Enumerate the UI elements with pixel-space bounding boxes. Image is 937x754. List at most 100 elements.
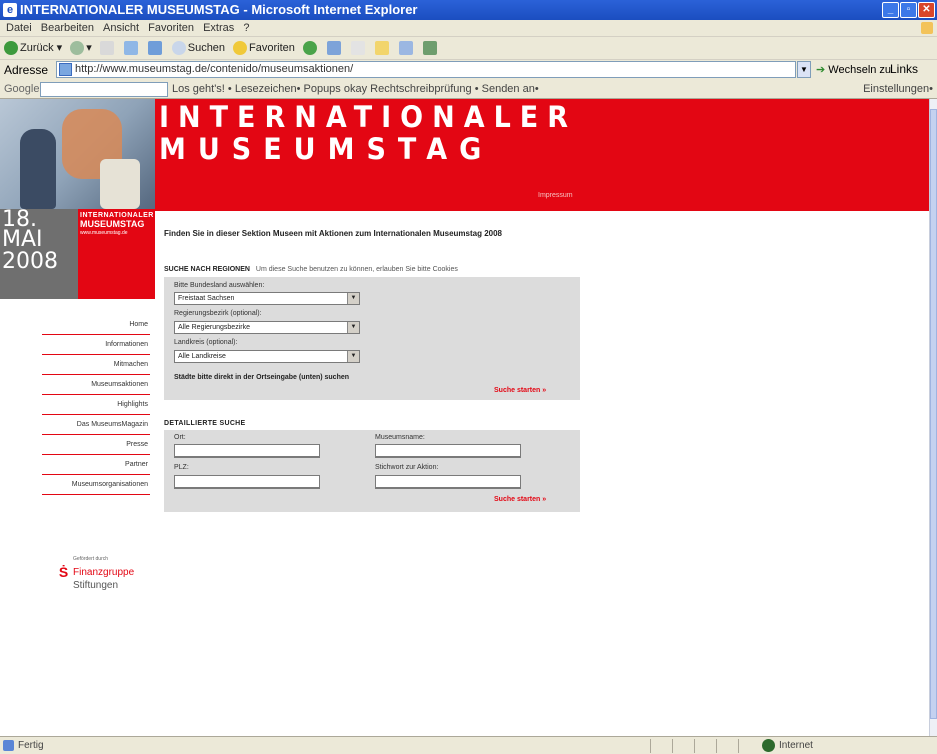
- google-toolbar-items[interactable]: Los geht's! • Lesezeichen• Popups okay R…: [172, 83, 539, 95]
- google-settings-button[interactable]: Einstellungen•: [863, 83, 933, 95]
- standard-toolbar: Zurück ▾ ▾ Suchen Favoriten: [0, 37, 937, 60]
- address-dropdown[interactable]: ▼: [797, 61, 811, 78]
- sponsor-name-line1: Finanzgruppe: [73, 567, 135, 578]
- nav-informationen[interactable]: Informationen: [42, 335, 150, 355]
- status-text: Fertig: [18, 740, 44, 751]
- keyword-input[interactable]: [375, 475, 521, 489]
- detail-search-panel: Ort: Museumsname: PLZ: Stichwort zur Akt…: [164, 430, 580, 512]
- sponsor-name-line2: Stiftungen: [73, 580, 119, 591]
- sparkasse-icon: Ṡ: [58, 564, 69, 580]
- kreis-label: Landkreis (optional):: [174, 339, 238, 346]
- ort-input[interactable]: [174, 444, 320, 458]
- dropdown-arrow-icon: ▼: [347, 351, 359, 362]
- region-search-heading: SUCHE NACH REGIONEN Um diese Suche benut…: [164, 266, 458, 273]
- minimize-button[interactable]: _: [882, 2, 899, 18]
- print-icon[interactable]: [374, 41, 389, 55]
- close-button[interactable]: ✕: [918, 2, 935, 18]
- museum-name-input[interactable]: [375, 444, 521, 458]
- nav-museumsorganisationen[interactable]: Museumsorganisationen: [42, 475, 150, 495]
- status-bar: Fertig Internet: [0, 736, 937, 754]
- back-button[interactable]: Zurück ▾: [4, 41, 62, 56]
- region-search-button[interactable]: Suche starten »: [494, 387, 546, 394]
- detail-search-heading: DETAILLIERTE SUCHE: [164, 420, 246, 427]
- favorites-button[interactable]: Favoriten: [233, 41, 295, 55]
- page-status-icon: [3, 740, 14, 751]
- plz-input[interactable]: [174, 475, 320, 489]
- google-search-input[interactable]: [40, 82, 168, 97]
- site-title-line2: MUSEUMSTAG: [159, 132, 494, 167]
- city-note: Städte bitte direkt in der Ortseingabe (…: [174, 374, 350, 381]
- go-button[interactable]: ➔ Wechseln zu: [816, 63, 891, 76]
- nav-mitmachen[interactable]: Mitmachen: [42, 355, 150, 375]
- detail-search-button[interactable]: Suche starten »: [494, 496, 546, 503]
- home-icon[interactable]: [147, 41, 162, 55]
- menu-help[interactable]: ?: [243, 22, 249, 34]
- page-viewport: 18. MAI 2008 INTERNATIONALER MUSEUMSTAG …: [0, 99, 929, 736]
- museum-name-label: Museumsname:: [375, 434, 425, 441]
- links-button[interactable]: Links: [890, 62, 918, 76]
- ort-label: Ort:: [174, 434, 186, 441]
- nav-museumsmagazin[interactable]: Das MuseumsMagazin: [42, 415, 150, 435]
- bundesland-label: Bitte Bundesland auswählen:: [174, 282, 265, 289]
- edit-icon[interactable]: [398, 41, 413, 55]
- google-toolbar: Google G• Los geht's! • Lesezeichen• Pop…: [0, 80, 937, 99]
- menu-favoriten[interactable]: Favoriten: [148, 22, 194, 34]
- security-zone: Internet: [779, 740, 813, 751]
- windows-flag-icon: [921, 22, 933, 34]
- plz-label: PLZ:: [174, 464, 189, 471]
- menu-ansicht[interactable]: Ansicht: [103, 22, 139, 34]
- nav-partner[interactable]: Partner: [42, 455, 150, 475]
- bundesland-select[interactable]: Freistaat Sachsen ▼: [174, 292, 360, 305]
- nav-museumsaktionen[interactable]: Museumsaktionen: [42, 375, 150, 395]
- site-title-line1: INTERNATIONALER: [159, 100, 578, 135]
- sponsor-label: Gefördert durch: [73, 556, 109, 562]
- title-bar: e INTERNATIONALER MUSEUMSTAG - Microsoft…: [0, 0, 937, 20]
- address-input[interactable]: http://www.museumstag.de/contenido/museu…: [56, 61, 796, 78]
- page-intro: Finden Sie in dieser Sektion Museen mit …: [164, 229, 502, 238]
- search-icon: [171, 41, 186, 55]
- bezirk-select[interactable]: Alle Regierungsbezirke ▼: [174, 321, 360, 334]
- scrollbar-thumb[interactable]: [930, 109, 937, 719]
- forward-button[interactable]: ▾: [70, 41, 92, 56]
- internet-zone-icon: [762, 739, 775, 752]
- ie-logo-icon: e: [3, 3, 17, 17]
- nav-presse[interactable]: Presse: [42, 435, 150, 455]
- history-icon[interactable]: [326, 41, 341, 55]
- back-arrow-icon: [4, 41, 18, 56]
- search-button[interactable]: Suchen: [171, 41, 225, 55]
- event-date: 18. MAI 2008: [0, 209, 78, 299]
- dropdown-arrow-icon: ▼: [347, 293, 359, 304]
- nav-highlights[interactable]: Highlights: [42, 395, 150, 415]
- menu-datei[interactable]: Datei: [6, 22, 32, 34]
- browser-window: e INTERNATIONALER MUSEUMSTAG - Microsoft…: [0, 0, 937, 754]
- refresh-icon[interactable]: [123, 41, 138, 55]
- nav-home[interactable]: Home: [42, 315, 150, 335]
- keyword-label: Stichwort zur Aktion:: [375, 464, 439, 471]
- menu-bearbeiten[interactable]: Bearbeiten: [41, 22, 94, 34]
- messenger-icon[interactable]: [422, 41, 437, 55]
- dropdown-arrow-icon: ▼: [347, 322, 359, 333]
- address-label: Adresse: [4, 63, 49, 77]
- page-icon: [59, 63, 72, 76]
- maximize-button[interactable]: ▫: [900, 2, 917, 18]
- mini-logo: INTERNATIONALER MUSEUMSTAG www.museumsta…: [78, 209, 155, 299]
- address-url: http://www.museumstag.de/contenido/museu…: [75, 63, 354, 75]
- stop-icon[interactable]: [99, 41, 114, 55]
- media-icon[interactable]: [302, 41, 317, 55]
- left-nav: Home Informationen Mitmachen Museumsakti…: [42, 315, 150, 495]
- window-title: INTERNATIONALER MUSEUMSTAG - Microsoft I…: [20, 2, 418, 17]
- menu-extras[interactable]: Extras: [203, 22, 234, 34]
- header-banner: INTERNATIONALER MUSEUMSTAG Impressum: [155, 99, 929, 211]
- cookie-notice: Um diese Suche benutzen zu können, erlau…: [255, 266, 458, 273]
- impressum-link[interactable]: Impressum: [538, 192, 573, 199]
- sponsor-logo[interactable]: Gefördert durch Ṡ Finanzgruppe Stiftunge…: [57, 556, 147, 606]
- menu-bar: Datei Bearbeiten Ansicht Favoriten Extra…: [0, 20, 937, 37]
- vertical-scrollbar[interactable]: [929, 99, 937, 736]
- kreis-select[interactable]: Alle Landkreise ▼: [174, 350, 360, 363]
- forward-arrow-icon: [70, 41, 85, 56]
- region-search-panel: Bitte Bundesland auswählen: Freistaat Sa…: [164, 277, 580, 400]
- star-icon: [233, 41, 248, 55]
- mail-icon[interactable]: [350, 41, 365, 55]
- go-arrow-icon: ➔: [816, 64, 826, 76]
- bezirk-label: Regierungsbezirk (optional):: [174, 310, 262, 317]
